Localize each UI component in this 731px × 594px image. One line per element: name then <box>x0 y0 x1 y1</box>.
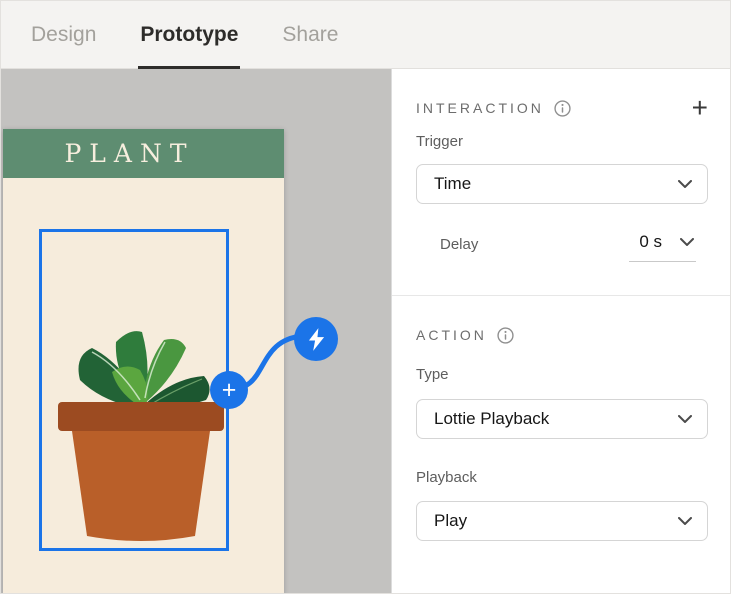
plus-icon: + <box>221 375 237 404</box>
artboard-title: PLANT <box>64 139 195 168</box>
tab-prototype-label: Prototype <box>140 22 239 46</box>
top-tab-bar: Design Prototype Share <box>1 1 730 69</box>
interaction-section-header: INTERACTION + <box>416 94 708 122</box>
inspector-panel: INTERACTION + Trigger Time Delay 0 s ACT… <box>391 69 730 593</box>
delay-row: Delay 0 s <box>416 232 708 262</box>
section-divider <box>392 295 730 296</box>
playback-value: Play <box>434 511 468 530</box>
selection-box[interactable] <box>39 229 229 551</box>
delay-label: Delay <box>440 236 479 253</box>
trigger-value: Time <box>434 174 472 193</box>
lightning-icon <box>308 327 324 351</box>
action-section-header: ACTION <box>416 324 708 346</box>
action-type-value: Lottie Playback <box>434 409 550 428</box>
delay-stepper[interactable]: 0 s <box>629 232 696 262</box>
chevron-down-icon <box>678 415 692 423</box>
tab-design-label: Design <box>31 22 97 46</box>
chevron-down-icon <box>678 517 692 525</box>
type-label: Type <box>416 366 449 383</box>
playback-dropdown[interactable]: Play <box>416 501 708 541</box>
chevron-down-icon <box>678 180 692 188</box>
info-icon[interactable] <box>554 99 571 117</box>
tab-share-label: Share <box>282 22 339 46</box>
connection-plus-handle[interactable]: + <box>210 371 248 409</box>
interaction-section-title: INTERACTION <box>416 100 544 116</box>
artboard-header: PLANT <box>3 129 284 178</box>
tab-prototype[interactable]: Prototype <box>138 1 241 69</box>
info-icon[interactable] <box>497 326 514 344</box>
delay-value: 0 s <box>639 232 662 251</box>
trigger-label: Trigger <box>416 133 463 150</box>
add-interaction-button[interactable]: + <box>692 94 708 122</box>
tab-share[interactable]: Share <box>282 1 338 68</box>
interaction-lightning-badge[interactable] <box>294 317 338 361</box>
playback-label: Playback <box>416 469 477 486</box>
action-section-title: ACTION <box>416 327 487 343</box>
canvas-area[interactable]: PLANT + <box>1 69 391 593</box>
chevron-down-icon <box>680 238 694 246</box>
trigger-dropdown[interactable]: Time <box>416 164 708 204</box>
action-type-dropdown[interactable]: Lottie Playback <box>416 399 708 439</box>
app-window: Design Prototype Share PLANT + INTERACTI… <box>0 0 731 594</box>
tab-design[interactable]: Design <box>31 1 96 68</box>
